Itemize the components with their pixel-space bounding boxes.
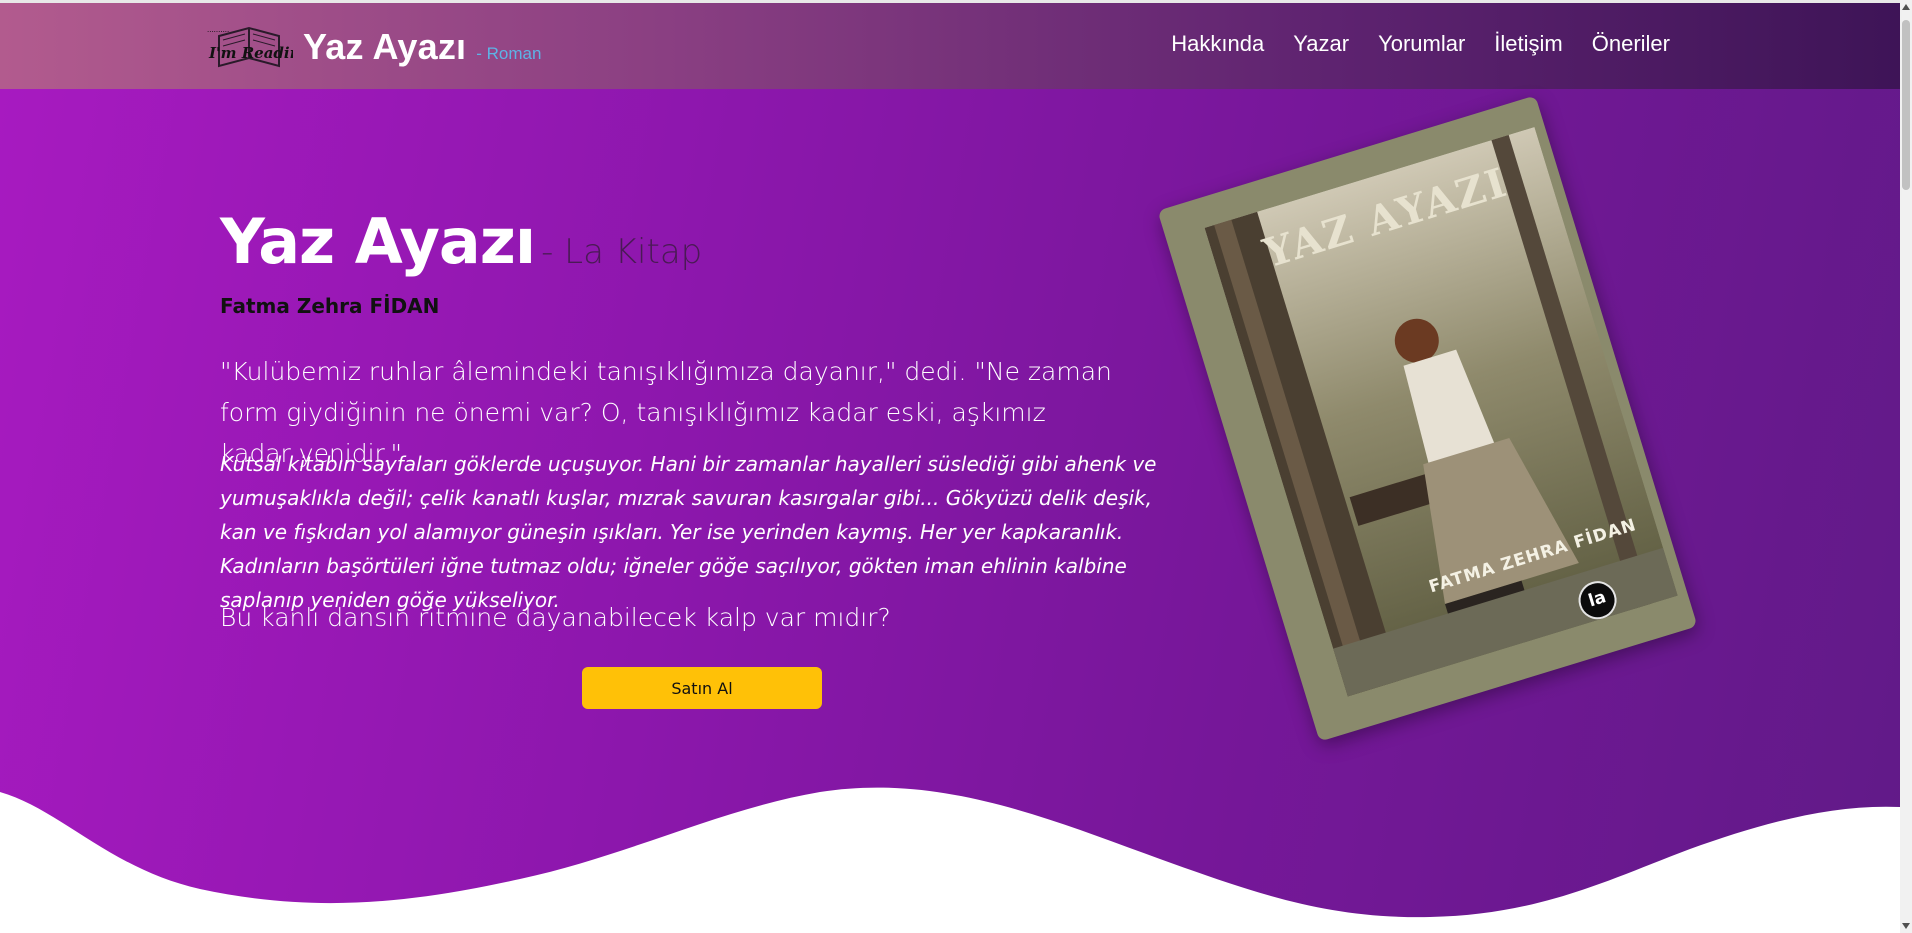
brand-subtitle: - Roman: [476, 44, 542, 63]
brand[interactable]: I'm Reading .......... Yaz Ayazı - Roman: [205, 17, 541, 77]
nav-link-yazar[interactable]: Yazar: [1293, 31, 1349, 57]
vertical-scrollbar[interactable]: [1900, 0, 1912, 933]
hero-section: Yaz Ayazı - La Kitap Fatma Zehra FİDAN "K…: [0, 89, 1900, 933]
book-title: Yaz Ayazı: [220, 205, 536, 278]
navbar: I'm Reading .......... Yaz Ayazı - Roman…: [0, 3, 1900, 89]
book-author: Fatma Zehra FİDAN: [220, 294, 440, 318]
book-question: Bu kanlı dansın ritmine dayanabilecek ka…: [220, 603, 891, 632]
nav-link-iletisim[interactable]: İletişim: [1494, 31, 1562, 57]
book-publisher: - La Kitap: [541, 232, 703, 272]
nav-link-hakkinda[interactable]: Hakkında: [1171, 31, 1264, 57]
brand-title[interactable]: Yaz Ayazı: [303, 26, 466, 68]
nav-link-yorumlar[interactable]: Yorumlar: [1378, 31, 1465, 57]
scroll-down-arrow-icon[interactable]: [1902, 923, 1910, 929]
svg-text:..........: ..........: [207, 26, 229, 34]
scrollbar-thumb[interactable]: [1902, 20, 1910, 190]
nav-link-oneriler[interactable]: Öneriler: [1592, 31, 1670, 57]
scroll-up-arrow-icon[interactable]: [1902, 4, 1910, 10]
book-description: Kutsal kitabın sayfaları göklerde uçuşuy…: [220, 452, 1157, 612]
buy-button[interactable]: Satın Al: [582, 667, 822, 709]
logo-text: I'm Reading: [208, 44, 293, 62]
hero-heading: Yaz Ayazı - La Kitap: [220, 205, 702, 278]
im-reading-logo[interactable]: I'm Reading ..........: [205, 18, 311, 76]
main-nav: Hakkında Yazar Yorumlar İletişim Önerile…: [1142, 31, 1670, 57]
